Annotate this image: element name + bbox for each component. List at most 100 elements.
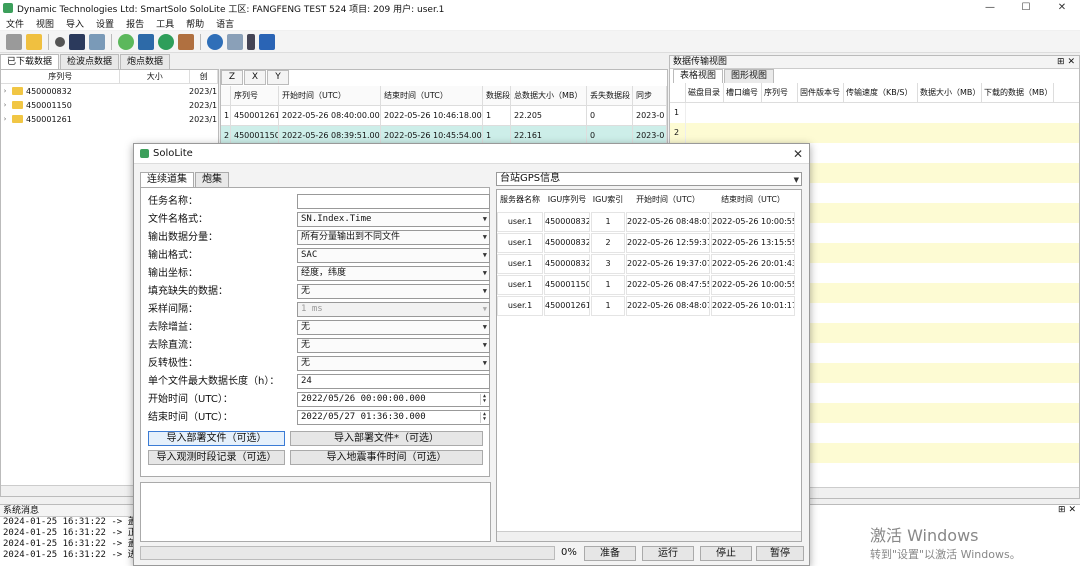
output-components-select[interactable]: 所有分量输出到不同文件 ▼	[297, 230, 490, 245]
tree-row[interactable]: › 450000832 2023/1	[1, 84, 218, 98]
image-icon[interactable]	[178, 33, 194, 50]
menu-report[interactable]: 报告	[120, 17, 150, 30]
expand-arrow-icon[interactable]: ›	[1, 101, 9, 109]
header-gps-end[interactable]: 结束时间（UTC）	[711, 191, 795, 211]
header-igu-index[interactable]: IGU索引	[591, 191, 625, 211]
import-deploy-button[interactable]: 导入部署文件（可选）	[148, 431, 285, 446]
maximize-button[interactable]: ☐	[1008, 0, 1044, 16]
import-deploy-star-button[interactable]: 导入部署文件*（可选）	[290, 431, 483, 446]
header-firmware[interactable]: 固件版本号	[798, 83, 844, 102]
export-icon[interactable]	[158, 33, 174, 50]
tab-component-y[interactable]: Y	[267, 70, 289, 85]
spinner-icon[interactable]: ▲ ▼	[480, 412, 488, 423]
import-observation-button[interactable]: 导入观测时段记录（可选）	[148, 450, 285, 465]
header-sync[interactable]: 同步	[633, 86, 667, 105]
prepare-button[interactable]: 准备	[584, 546, 636, 561]
header-end-time[interactable]: 结束时间（UTC）	[381, 86, 483, 105]
tree-header-created[interactable]: 创	[190, 70, 218, 83]
menu-settings[interactable]: 设置	[90, 17, 120, 30]
header-lost-segments[interactable]: 丢失数据段	[587, 86, 633, 105]
pause-button[interactable]: 暂停	[756, 546, 804, 561]
run-button[interactable]: 运行	[642, 546, 694, 561]
menu-view[interactable]: 视图	[30, 17, 60, 30]
dialog-close-icon[interactable]: ✕	[793, 147, 803, 161]
tab-downloaded-data[interactable]: 已下载数据	[0, 54, 60, 69]
open-folder-icon[interactable]	[26, 33, 42, 50]
table-row[interactable]: user.1 450000832 3 2022-05-26 19:37:07 2…	[497, 254, 801, 274]
end-time-input[interactable]: 2022/05/27 01:36:30.000 ▲ ▼	[297, 410, 490, 425]
table-row[interactable]: user.1 450001150 1 2022-05-26 08:47:55 2…	[497, 275, 801, 295]
log-textbox[interactable]	[140, 482, 491, 542]
sensor-icon[interactable]	[55, 36, 65, 47]
output-coords-select[interactable]: 经度，纬度 ▼	[297, 266, 490, 281]
new-project-icon[interactable]	[6, 33, 22, 50]
gps-horizontal-scrollbar[interactable]	[497, 531, 801, 541]
header-server[interactable]: 服务器名称	[497, 191, 543, 211]
table-row[interactable]: user.1 450001261 1 2022-05-26 08:48:07 2…	[497, 296, 801, 316]
header-speed[interactable]: 传输速度（KB/S）	[844, 83, 918, 102]
network-icon[interactable]	[89, 33, 105, 50]
table-row[interactable]: 1 450001261 2022-05-26 08:40:00.000 2022…	[221, 106, 667, 126]
tree-header-serial[interactable]: 序列号	[1, 70, 121, 83]
menu-help[interactable]: 帮助	[180, 17, 210, 30]
tree-row[interactable]: › 450001261 2023/1	[1, 112, 218, 126]
menu-file[interactable]: 文件	[0, 17, 30, 30]
header-gps-start[interactable]: 开始时间（UTC）	[626, 191, 710, 211]
header-data-size[interactable]: 数据大小（MB）	[918, 83, 982, 102]
menu-language[interactable]: 语言	[210, 17, 240, 30]
tab-receiver-data[interactable]: 检波点数据	[60, 54, 120, 69]
max-length-input[interactable]: 24	[297, 374, 490, 389]
menu-tools[interactable]: 工具	[150, 17, 180, 30]
header-segments[interactable]: 数据段	[483, 86, 511, 105]
table-row[interactable]: user.1 450000832 1 2022-05-26 08:48:07 2…	[497, 212, 801, 232]
cell-server: user.1	[497, 296, 543, 316]
panel-pin-close-icon[interactable]: ⊞ ✕	[1057, 56, 1075, 69]
close-button[interactable]: ✕	[1044, 0, 1080, 16]
header-slot[interactable]: 槽口编号	[724, 83, 762, 102]
device-icon[interactable]	[69, 33, 85, 50]
folder-icon	[12, 101, 23, 109]
header-igu-serial[interactable]: IGU序列号	[544, 191, 590, 211]
tree-header-size[interactable]: 大小	[120, 70, 191, 83]
header-serial[interactable]: 序列号	[762, 83, 798, 102]
table-row[interactable]: user.1 450000832 2 2022-05-26 12:59:31 2…	[497, 233, 801, 253]
reverse-polarity-select[interactable]: 无 ▼	[297, 356, 490, 371]
info-icon[interactable]	[259, 33, 275, 50]
minimize-button[interactable]: —	[972, 0, 1008, 16]
tab-continuous-gather[interactable]: 连续道集	[140, 172, 194, 187]
stop-button[interactable]: 停止	[700, 546, 752, 561]
tab-graph-view[interactable]: 图形视图	[724, 69, 775, 83]
remove-gain-select[interactable]: 无 ▼	[297, 320, 490, 335]
expand-arrow-icon[interactable]: ›	[1, 115, 9, 123]
tab-shot-data[interactable]: 炮点数据	[120, 54, 171, 69]
header-total-size[interactable]: 总数据大小（MB）	[511, 86, 587, 105]
battery-icon[interactable]	[247, 33, 255, 50]
header-disk-dir[interactable]: 磁盘目录	[686, 83, 724, 102]
menu-import[interactable]: 导入	[60, 17, 90, 30]
tab-table-view[interactable]: 表格视图	[673, 69, 724, 83]
table-row[interactable]: 1	[670, 103, 1079, 123]
task-name-input[interactable]	[297, 194, 490, 209]
import-quake-events-button[interactable]: 导入地震事件时间（可选）	[290, 450, 483, 465]
header-serial[interactable]: 序列号	[231, 86, 279, 105]
globe-icon[interactable]	[207, 33, 223, 50]
gps-info-select[interactable]: 台站GPS信息 ▼	[496, 172, 802, 186]
monitor-icon[interactable]	[138, 33, 154, 50]
output-format-select[interactable]: SAC ▼	[297, 248, 490, 263]
start-time-input[interactable]: 2022/05/26 00:00:00.000 ▲ ▼	[297, 392, 490, 407]
table-row[interactable]: 2	[670, 123, 1079, 143]
fill-missing-select[interactable]: 无 ▼	[297, 284, 490, 299]
tab-component-x[interactable]: X	[244, 70, 266, 85]
gps-icon[interactable]	[118, 33, 134, 50]
filename-format-select[interactable]: SN.Index.Time ▼	[297, 212, 490, 227]
messages-pin-close-icon[interactable]: ⊞ ✕	[1058, 505, 1076, 515]
remove-dc-select[interactable]: 无 ▼	[297, 338, 490, 353]
spinner-icon[interactable]: ▲ ▼	[480, 394, 488, 405]
header-downloaded[interactable]: 下载的数据（MB）	[982, 83, 1054, 102]
tab-component-z[interactable]: Z	[221, 70, 243, 85]
header-start-time[interactable]: 开始时间（UTC）	[279, 86, 381, 105]
tools-icon[interactable]	[227, 33, 243, 50]
tree-row[interactable]: › 450001150 2023/1	[1, 98, 218, 112]
expand-arrow-icon[interactable]: ›	[1, 87, 9, 95]
tab-shot-gather[interactable]: 炮集	[195, 172, 229, 187]
